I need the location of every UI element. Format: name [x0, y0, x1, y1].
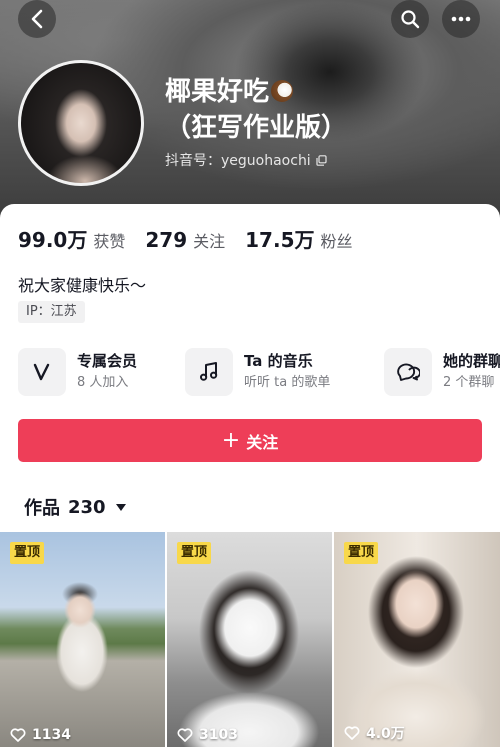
- works-count: 230: [68, 496, 106, 518]
- like-count-text: 1134: [32, 727, 71, 743]
- pinned-badge: 置顶: [10, 542, 45, 564]
- v-icon: [18, 347, 66, 396]
- like-count-text: 4.0万: [366, 726, 405, 742]
- like-count: 3103: [177, 727, 238, 743]
- like-count-text: 3103: [199, 727, 238, 743]
- profile-bio: 祝大家健康快乐～: [18, 276, 147, 295]
- profile-nickname: 椰果好吃 （狂写作业版）: [165, 74, 465, 146]
- entry-title: 她的群聊: [443, 351, 500, 370]
- video-grid: 置顶 1134 置顶 3103 置顶 4.0万: [0, 532, 500, 747]
- stat-likes[interactable]: 99.0万 获赞: [18, 224, 125, 253]
- plus-icon: +: [221, 427, 241, 453]
- entry-subtitle: 听听 ta 的歌单: [244, 374, 331, 390]
- works-tab-label: 作品: [24, 498, 60, 519]
- stat-label: 关注: [193, 232, 226, 251]
- search-icon: [401, 10, 420, 29]
- stat-label: 粉丝: [320, 232, 353, 251]
- video-thumbnail[interactable]: 置顶 4.0万: [334, 532, 500, 747]
- stat-following[interactable]: 279 关注: [145, 228, 225, 252]
- entry-subtitle: 2 个群聊: [443, 374, 495, 390]
- heart-icon: [344, 726, 360, 740]
- profile-card: 99.0万 获赞 279 关注 17.5万 粉丝 祝大家健康快乐～ IP：江苏 …: [0, 204, 500, 747]
- heart-icon: [177, 728, 193, 742]
- ip-location-tag: IP：江苏: [18, 301, 85, 323]
- back-button[interactable]: [18, 0, 56, 38]
- follow-button-label: 关注: [246, 432, 279, 452]
- avatar[interactable]: [18, 60, 144, 186]
- stat-value: 17.5万: [245, 228, 315, 252]
- like-count: 4.0万: [344, 723, 405, 743]
- pinned-badge: 置顶: [177, 542, 212, 564]
- douyin-id-text: 抖音号：yeguohaochi: [165, 153, 311, 169]
- nickname-text: 椰果好吃: [165, 77, 270, 107]
- coconut-emoji-icon: [271, 80, 294, 102]
- entry-subtitle: 8 人加入: [77, 374, 129, 390]
- entry-music[interactable]: Ta 的音乐 听听 ta 的歌单: [185, 344, 330, 399]
- video-thumbnail[interactable]: 置顶 3103: [167, 532, 332, 747]
- stat-followers[interactable]: 17.5万 粉丝: [245, 224, 352, 253]
- entry-membership[interactable]: 专属会员 8 人加入: [18, 344, 137, 399]
- search-button[interactable]: [391, 0, 429, 38]
- stat-label: 获赞: [93, 232, 126, 251]
- chat-bubbles-icon: [384, 347, 432, 396]
- stat-value: 279: [145, 228, 188, 252]
- heart-icon: [10, 728, 26, 742]
- works-tab[interactable]: 作品 230: [24, 494, 126, 520]
- nickname-suffix: （狂写作业版）: [165, 113, 348, 143]
- like-count: 1134: [10, 727, 71, 743]
- stat-value: 99.0万: [18, 228, 88, 252]
- douyin-id: 抖音号：yeguohaochi: [165, 150, 327, 170]
- entry-title: Ta 的音乐: [244, 351, 313, 370]
- feature-entries: 专属会员 8 人加入 Ta 的音乐 听听 ta 的歌单 她的群聊 2 个群聊: [18, 344, 500, 399]
- entry-group-chat[interactable]: 她的群聊 2 个群聊: [384, 344, 500, 399]
- profile-stats: 99.0万 获赞 279 关注 17.5万 粉丝: [18, 224, 353, 253]
- copy-icon[interactable]: [316, 154, 327, 166]
- profile-header: 椰果好吃 （狂写作业版） 抖音号：yeguohaochi: [0, 0, 500, 220]
- follow-button[interactable]: + 关注: [18, 419, 482, 462]
- entry-title: 专属会员: [77, 351, 138, 370]
- more-button[interactable]: [442, 0, 480, 38]
- music-note-icon: [185, 347, 233, 396]
- pinned-badge: 置顶: [344, 542, 379, 564]
- video-thumbnail[interactable]: 置顶 1134: [0, 532, 165, 747]
- caret-down-icon: [115, 503, 126, 511]
- more-dots-icon: [451, 16, 471, 22]
- chevron-left-icon: [31, 9, 43, 29]
